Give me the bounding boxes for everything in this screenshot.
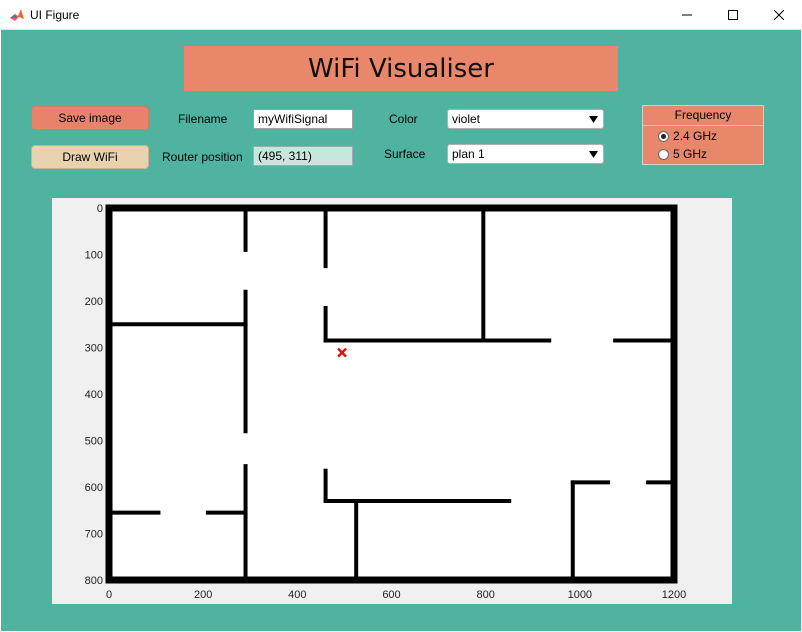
chevron-down-icon [589, 116, 598, 123]
y-tick-label: 0 [97, 203, 103, 215]
window-title: UI Figure [30, 8, 80, 22]
surface-label: Surface [384, 147, 426, 161]
y-tick-label: 600 [85, 482, 103, 494]
floor-plan-axes[interactable]: 0 200 400 600 800 1000 1200 0 100 200 300 400 500 60… [52, 198, 732, 604]
close-icon [774, 10, 784, 20]
y-tick-label: 200 [85, 296, 103, 308]
color-dropdown-value: violet [452, 112, 481, 126]
plot-area [109, 208, 674, 580]
surface-dropdown-value: plan 1 [452, 147, 485, 161]
radio-selected-icon [658, 130, 669, 142]
filename-label: Filename [178, 112, 228, 126]
router-position-field: (495, 311) [253, 146, 353, 166]
chevron-down-icon [589, 151, 598, 158]
frequency-option-label: 5 GHz [673, 147, 708, 161]
frequency-panel: Frequency 2.4 GHz 5 GHz [642, 105, 764, 165]
figure-content: WiFi Visualiser Save image Draw WiFi Fil… [1, 30, 801, 631]
color-dropdown[interactable]: violet [447, 109, 604, 129]
window-titlebar: UI Figure [0, 0, 802, 30]
y-tick-label: 300 [85, 343, 103, 355]
router-position-label: Router position [162, 150, 243, 164]
x-tick-label: 0 [106, 589, 112, 601]
y-tick-label: 800 [85, 575, 103, 587]
y-tick-label: 700 [85, 529, 103, 541]
x-tick-label: 600 [382, 589, 400, 601]
minimize-button[interactable] [664, 0, 710, 30]
frequency-option-label: 2.4 GHz [673, 129, 718, 143]
y-tick-label: 500 [85, 436, 103, 448]
floor-plan-plot[interactable]: 0 200 400 600 800 1000 1200 0 100 200 300 400 500 60… [52, 198, 732, 604]
maximize-button[interactable] [710, 0, 756, 30]
draw-wifi-button[interactable]: Draw WiFi [31, 145, 149, 169]
radio-unselected-icon [658, 148, 669, 160]
frequency-option-24ghz[interactable]: 2.4 GHz [658, 129, 717, 143]
x-tick-label: 800 [476, 589, 494, 601]
color-label: Color [389, 112, 418, 126]
x-tick-label: 400 [288, 589, 306, 601]
surface-dropdown[interactable]: plan 1 [447, 144, 604, 164]
frequency-option-5ghz[interactable]: 5 GHz [658, 147, 707, 161]
close-button[interactable] [756, 0, 802, 30]
x-tick-label: 200 [194, 589, 212, 601]
maximize-icon [728, 10, 738, 20]
y-axis-ticks: 0 100 200 300 400 500 600 700 800 [85, 203, 103, 587]
filename-input[interactable]: myWifiSignal [253, 109, 353, 129]
y-tick-label: 100 [85, 250, 103, 262]
y-tick-label: 400 [85, 389, 103, 401]
matlab-icon [9, 7, 25, 23]
save-image-button[interactable]: Save image [31, 106, 149, 130]
x-tick-label: 1000 [568, 589, 592, 601]
frequency-divider [643, 125, 763, 126]
x-axis-ticks: 0 200 400 600 800 1000 1200 [106, 589, 686, 601]
app-title-banner: WiFi Visualiser [184, 46, 618, 91]
x-tick-label: 1200 [662, 589, 686, 601]
frequency-title: Frequency [674, 108, 732, 122]
minimize-icon [682, 14, 692, 16]
